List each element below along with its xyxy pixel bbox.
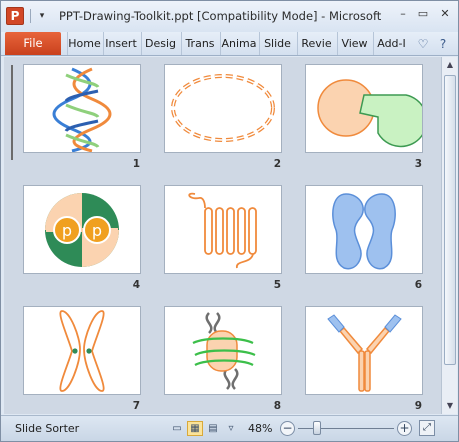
quick-access-dropdown-icon[interactable]: ▾ bbox=[36, 9, 48, 23]
zoom-slider-thumb[interactable] bbox=[313, 421, 322, 435]
scrollbar-thumb[interactable] bbox=[444, 75, 456, 365]
scroll-down-icon[interactable]: ▼ bbox=[442, 398, 458, 414]
restore-button[interactable]: ▭ bbox=[415, 7, 431, 21]
tab-add-ins[interactable]: Add-I bbox=[373, 32, 409, 55]
slide-number-7: 7 bbox=[132, 400, 140, 412]
close-button[interactable]: ✕ bbox=[437, 7, 453, 21]
zoom-in-button[interactable]: + bbox=[397, 421, 412, 436]
slide-thumbnail-6[interactable] bbox=[305, 185, 423, 274]
slide-sorter-pane: 1 2 3 p p 4 5 6 7 8 9 bbox=[4, 57, 441, 414]
tab-review[interactable]: Revie bbox=[297, 32, 335, 55]
vertical-scrollbar[interactable]: ▲ ▼ bbox=[441, 57, 457, 414]
powerpoint-window: P ▾ PPT-Drawing-Toolkit.ppt [Compatibili… bbox=[0, 0, 459, 442]
slide-thumbnail-3[interactable] bbox=[305, 64, 423, 153]
minimize-button[interactable]: – bbox=[395, 7, 411, 21]
tab-view[interactable]: View bbox=[337, 32, 371, 55]
fit-to-window-icon[interactable]: ⤢ bbox=[419, 420, 435, 436]
dashed-ellipse-graphic bbox=[171, 74, 275, 142]
phosphate-label-right: p bbox=[92, 221, 102, 240]
help-icon[interactable]: ? bbox=[435, 36, 451, 52]
insertion-cursor bbox=[11, 65, 13, 160]
slide-thumbnail-2[interactable] bbox=[164, 64, 282, 153]
slide-number-3: 3 bbox=[414, 158, 422, 170]
slide-number-6: 6 bbox=[414, 279, 422, 291]
tab-design[interactable]: Desig bbox=[141, 32, 179, 55]
slide-number-8: 8 bbox=[273, 400, 281, 412]
nucleosome-graphic bbox=[192, 312, 256, 390]
enzyme-substrate-graphic bbox=[317, 79, 422, 148]
slide-thumbnail-5[interactable] bbox=[164, 185, 282, 274]
quick-access-separator bbox=[30, 9, 31, 23]
title-bar: P ▾ PPT-Drawing-Toolkit.ppt [Compatibili… bbox=[1, 1, 458, 32]
tab-slide-show[interactable]: Slide bbox=[259, 32, 295, 55]
membrane-protein-graphic bbox=[188, 192, 257, 269]
scroll-up-icon[interactable]: ▲ bbox=[442, 57, 458, 73]
normal-view-icon[interactable]: ▭ bbox=[169, 421, 185, 436]
slide-number-4: 4 bbox=[132, 279, 140, 291]
slide-thumbnail-4[interactable]: p p bbox=[23, 185, 141, 274]
slide-number-9: 9 bbox=[414, 400, 422, 412]
zoom-out-button[interactable]: − bbox=[280, 421, 295, 436]
powerpoint-app-icon[interactable]: P bbox=[6, 7, 24, 25]
tab-insert[interactable]: Insert bbox=[103, 32, 138, 55]
tab-home[interactable]: Home bbox=[67, 32, 101, 55]
phosphate-circle-graphic: p p bbox=[45, 193, 119, 267]
slide-number-2: 2 bbox=[273, 158, 281, 170]
dna-helix-graphic bbox=[52, 67, 112, 152]
blue-shapes-graphic bbox=[332, 193, 396, 270]
zoom-level[interactable]: 48% bbox=[248, 422, 272, 435]
slide-thumbnail-8[interactable] bbox=[164, 306, 282, 395]
antibody-graphic bbox=[327, 314, 402, 392]
slide-thumbnail-7[interactable] bbox=[23, 306, 141, 395]
phosphate-label-left: p bbox=[62, 221, 72, 240]
slide-sorter-view-icon[interactable]: ▦ bbox=[187, 421, 203, 436]
slide-thumbnail-9[interactable] bbox=[305, 306, 423, 395]
window-title: PPT-Drawing-Toolkit.ppt [Compatibility M… bbox=[59, 9, 384, 23]
status-bar: Slide Sorter ▭ ▦ ▤ ▿ 48% − + ⤢ bbox=[1, 415, 458, 441]
tab-file[interactable]: File bbox=[5, 32, 61, 55]
reading-view-icon[interactable]: ▤ bbox=[205, 421, 221, 436]
current-view-label: Slide Sorter bbox=[15, 422, 80, 435]
slide-show-view-icon[interactable]: ▿ bbox=[223, 421, 239, 436]
slide-number-5: 5 bbox=[273, 279, 281, 291]
heart-icon[interactable]: ♡ bbox=[415, 36, 431, 52]
ribbon-tabs: File Home Insert Desig Trans Anima Slide… bbox=[1, 32, 458, 56]
chromosome-graphic bbox=[59, 310, 105, 392]
tab-transitions[interactable]: Trans bbox=[181, 32, 218, 55]
tab-animations[interactable]: Anima bbox=[220, 32, 257, 55]
slide-number-1: 1 bbox=[132, 158, 140, 170]
slide-thumbnail-1[interactable] bbox=[23, 64, 141, 153]
